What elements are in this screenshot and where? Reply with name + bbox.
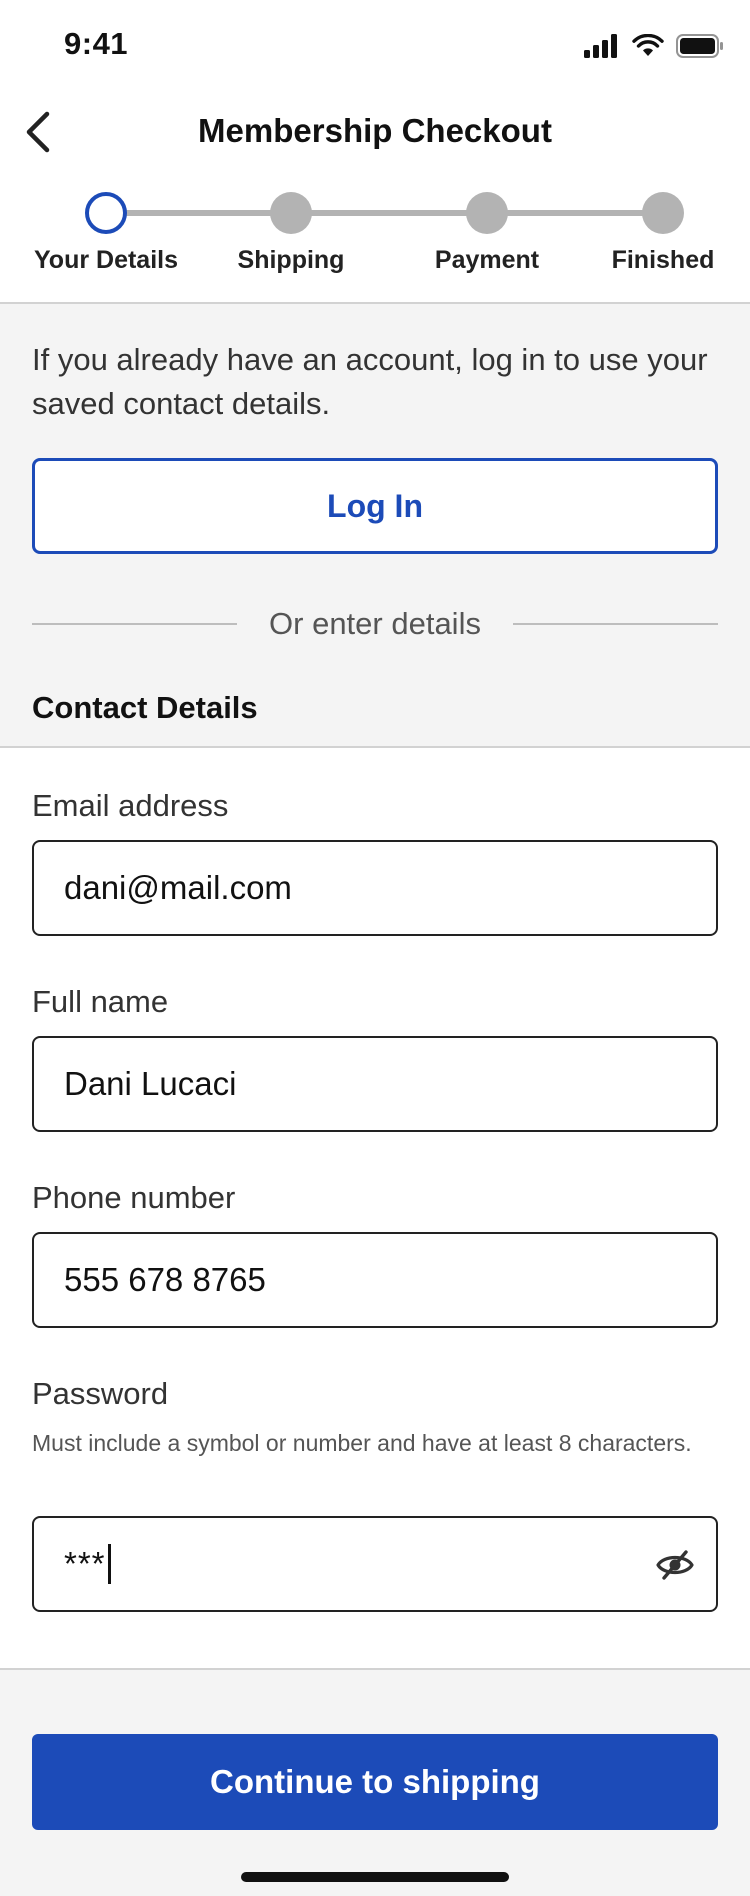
divider-text: Or enter details — [269, 606, 481, 641]
battery-icon — [676, 34, 723, 58]
full-name-label: Full name — [32, 984, 169, 1019]
email-label: Email address — [32, 788, 229, 823]
step-label: Shipping — [237, 246, 345, 274]
eye-slash-icon — [656, 1550, 694, 1580]
signal-icon — [584, 34, 617, 58]
continue-to-shipping-button[interactable]: Continue to shipping — [32, 1734, 718, 1830]
log-in-button[interactable]: Log In — [32, 458, 718, 554]
step-label: Payment — [434, 246, 540, 274]
toggle-password-visibility-button[interactable] — [654, 1544, 696, 1586]
step-payment[interactable]: Payment — [397, 180, 577, 275]
full-name-value: Dani Lucaci — [64, 1065, 237, 1102]
password-label: Password — [32, 1376, 169, 1411]
divider-line-right — [512, 623, 718, 625]
phone-field[interactable]: 555 678 8765 — [32, 1232, 718, 1328]
step-indicator — [270, 192, 312, 234]
checkout-stepper: Your Details Shipping Payment Finished — [0, 180, 750, 302]
password-field[interactable]: *** — [32, 1516, 718, 1612]
step-indicator — [466, 192, 508, 234]
login-intro-text: If you already have an account, log in t… — [32, 342, 708, 421]
or-divider: Or enter details — [32, 602, 718, 646]
contact-details-heading: Contact Details — [32, 690, 258, 725]
step-indicator-current — [85, 192, 127, 234]
password-masked-text: *** — [64, 1545, 106, 1582]
step-shipping[interactable]: Shipping — [201, 180, 381, 275]
status-icons — [584, 30, 724, 62]
login-section: If you already have an account, log in t… — [0, 302, 750, 748]
wifi-icon — [632, 34, 664, 56]
password-value: *** — [64, 1544, 111, 1584]
step-label: Your Details — [33, 246, 179, 274]
phone-label: Phone number — [32, 1180, 236, 1215]
footer-bar: Continue to shipping — [0, 1668, 750, 1896]
step-finished[interactable]: Finished — [573, 180, 750, 275]
phone-value: 555 678 8765 — [64, 1261, 266, 1298]
status-time: 9:41 — [64, 26, 129, 61]
divider-line-left — [32, 623, 238, 625]
full-name-field[interactable]: Dani Lucaci — [32, 1036, 718, 1132]
page-title: Membership Checkout — [198, 112, 552, 149]
home-indicator — [241, 1872, 509, 1882]
step-indicator — [642, 192, 684, 234]
email-field[interactable]: dani@mail.com — [32, 840, 718, 936]
step-label: Finished — [611, 246, 715, 274]
password-hint: Must include a symbol or number and have… — [32, 1430, 692, 1456]
step-your-details[interactable]: Your Details — [16, 180, 196, 275]
status-bar: 9:41 — [0, 0, 750, 92]
text-caret — [107, 1544, 111, 1584]
nav-bar: Membership Checkout — [0, 92, 750, 172]
email-value: dani@mail.com — [64, 869, 292, 906]
